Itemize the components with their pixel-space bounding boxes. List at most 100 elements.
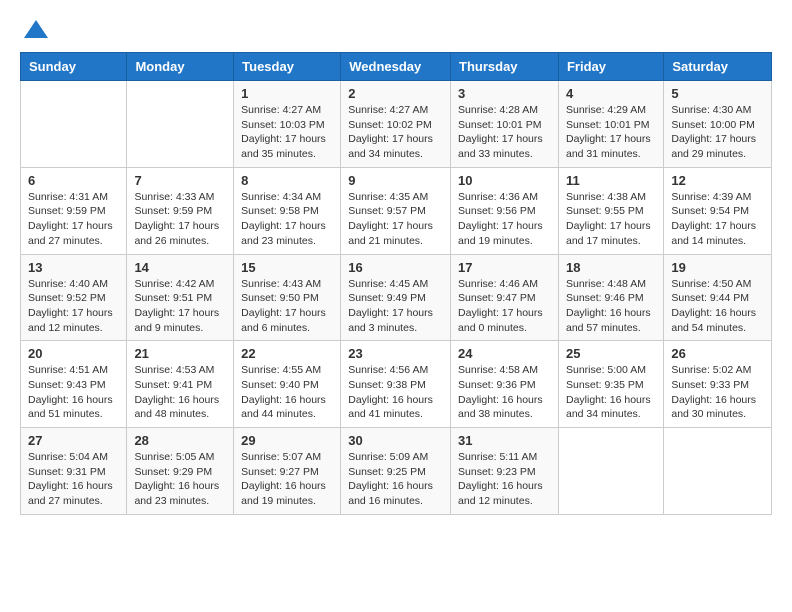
- day-info: Sunrise: 4:28 AMSunset: 10:01 PMDaylight…: [458, 103, 551, 162]
- calendar-cell: 14 Sunrise: 4:42 AMSunset: 9:51 PMDayligh…: [127, 254, 234, 341]
- calendar-week-5: 27 Sunrise: 5:04 AMSunset: 9:31 PMDayligh…: [21, 428, 772, 515]
- day-info: Sunrise: 4:35 AMSunset: 9:57 PMDaylight:…: [348, 190, 443, 249]
- day-info: Sunrise: 4:45 AMSunset: 9:49 PMDaylight:…: [348, 277, 443, 336]
- calendar-cell: 29 Sunrise: 5:07 AMSunset: 9:27 PMDayligh…: [234, 428, 341, 515]
- calendar-cell: 20Sunrise: 4:51 AMSunset: 9:43 PMDayligh…: [21, 341, 127, 428]
- calendar-cell: 7 Sunrise: 4:33 AMSunset: 9:59 PMDaylight…: [127, 167, 234, 254]
- day-number: 1: [241, 86, 333, 101]
- calendar-header-friday: Friday: [558, 53, 663, 81]
- calendar-cell: 27 Sunrise: 5:04 AMSunset: 9:31 PMDayligh…: [21, 428, 127, 515]
- calendar-table: SundayMondayTuesdayWednesdayThursdayFrid…: [20, 52, 772, 515]
- day-number: 15: [241, 260, 333, 275]
- day-info: Sunrise: 4:36 AMSunset: 9:56 PMDaylight:…: [458, 190, 551, 249]
- day-number: 16: [348, 260, 443, 275]
- day-info: Sunrise: 4:27 AMSunset: 10:03 PMDaylight…: [241, 103, 333, 162]
- day-info: Sunrise: 4:53 AMSunset: 9:41 PMDaylight:…: [134, 363, 226, 422]
- day-info: Sunrise: 4:51 AMSunset: 9:43 PMDaylight:…: [28, 363, 119, 422]
- calendar-cell: 26 Sunrise: 5:02 AMSunset: 9:33 PMDayligh…: [664, 341, 772, 428]
- calendar-cell: 28Sunrise: 5:05 AMSunset: 9:29 PMDayligh…: [127, 428, 234, 515]
- day-info: Sunrise: 4:27 AMSunset: 10:02 PMDaylight…: [348, 103, 443, 162]
- day-number: 4: [566, 86, 656, 101]
- day-info: Sunrise: 4:29 AMSunset: 10:01 PMDaylight…: [566, 103, 656, 162]
- calendar-cell: 25 Sunrise: 5:00 AMSunset: 9:35 PMDayligh…: [558, 341, 663, 428]
- day-number: 29: [241, 433, 333, 448]
- calendar-cell: 9 Sunrise: 4:35 AMSunset: 9:57 PMDaylight…: [341, 167, 451, 254]
- calendar-week-4: 20Sunrise: 4:51 AMSunset: 9:43 PMDayligh…: [21, 341, 772, 428]
- calendar-cell: 19 Sunrise: 4:50 AMSunset: 9:44 PMDayligh…: [664, 254, 772, 341]
- calendar-cell: 13 Sunrise: 4:40 AMSunset: 9:52 PMDayligh…: [21, 254, 127, 341]
- day-number: 11: [566, 173, 656, 188]
- calendar-cell: 31 Sunrise: 5:11 AMSunset: 9:23 PMDayligh…: [451, 428, 559, 515]
- calendar-header-thursday: Thursday: [451, 53, 559, 81]
- day-info: Sunrise: 4:42 AMSunset: 9:51 PMDaylight:…: [134, 277, 226, 336]
- day-info: Sunrise: 4:40 AMSunset: 9:52 PMDaylight:…: [28, 277, 119, 336]
- day-info: Sunrise: 5:11 AMSunset: 9:23 PMDaylight:…: [458, 450, 551, 509]
- day-number: 3: [458, 86, 551, 101]
- day-info: Sunrise: 5:00 AMSunset: 9:35 PMDaylight:…: [566, 363, 656, 422]
- page-header: [20, 16, 772, 44]
- day-info: Sunrise: 4:48 AMSunset: 9:46 PMDaylight:…: [566, 277, 656, 336]
- calendar-week-2: 6 Sunrise: 4:31 AMSunset: 9:59 PMDaylight…: [21, 167, 772, 254]
- day-number: 27: [28, 433, 119, 448]
- calendar-cell: 12Sunrise: 4:39 AMSunset: 9:54 PMDayligh…: [664, 167, 772, 254]
- day-number: 14: [134, 260, 226, 275]
- day-info: Sunrise: 4:50 AMSunset: 9:44 PMDaylight:…: [671, 277, 764, 336]
- day-number: 12: [671, 173, 764, 188]
- day-number: 30: [348, 433, 443, 448]
- calendar-header-sunday: Sunday: [21, 53, 127, 81]
- calendar-header-row: SundayMondayTuesdayWednesdayThursdayFrid…: [21, 53, 772, 81]
- calendar-cell: 6 Sunrise: 4:31 AMSunset: 9:59 PMDaylight…: [21, 167, 127, 254]
- day-number: 24: [458, 346, 551, 361]
- day-number: 13: [28, 260, 119, 275]
- day-number: 25: [566, 346, 656, 361]
- calendar-week-1: 1 Sunrise: 4:27 AMSunset: 10:03 PMDayligh…: [21, 81, 772, 168]
- day-info: Sunrise: 5:02 AMSunset: 9:33 PMDaylight:…: [671, 363, 764, 422]
- calendar-cell: 11 Sunrise: 4:38 AMSunset: 9:55 PMDayligh…: [558, 167, 663, 254]
- day-number: 19: [671, 260, 764, 275]
- calendar-cell: 1 Sunrise: 4:27 AMSunset: 10:03 PMDayligh…: [234, 81, 341, 168]
- day-number: 7: [134, 173, 226, 188]
- day-info: Sunrise: 4:30 AMSunset: 10:00 PMDaylight…: [671, 103, 764, 162]
- day-number: 17: [458, 260, 551, 275]
- day-info: Sunrise: 4:55 AMSunset: 9:40 PMDaylight:…: [241, 363, 333, 422]
- day-info: Sunrise: 5:07 AMSunset: 9:27 PMDaylight:…: [241, 450, 333, 509]
- calendar-cell: [558, 428, 663, 515]
- day-info: Sunrise: 4:56 AMSunset: 9:38 PMDaylight:…: [348, 363, 443, 422]
- day-info: Sunrise: 5:09 AMSunset: 9:25 PMDaylight:…: [348, 450, 443, 509]
- day-number: 18: [566, 260, 656, 275]
- day-info: Sunrise: 4:38 AMSunset: 9:55 PMDaylight:…: [566, 190, 656, 249]
- calendar-cell: 5 Sunrise: 4:30 AMSunset: 10:00 PMDayligh…: [664, 81, 772, 168]
- calendar-cell: [127, 81, 234, 168]
- logo: [20, 16, 50, 44]
- day-info: Sunrise: 4:34 AMSunset: 9:58 PMDaylight:…: [241, 190, 333, 249]
- calendar-header-tuesday: Tuesday: [234, 53, 341, 81]
- day-info: Sunrise: 4:33 AMSunset: 9:59 PMDaylight:…: [134, 190, 226, 249]
- day-info: Sunrise: 4:43 AMSunset: 9:50 PMDaylight:…: [241, 277, 333, 336]
- day-number: 23: [348, 346, 443, 361]
- calendar-cell: 15 Sunrise: 4:43 AMSunset: 9:50 PMDayligh…: [234, 254, 341, 341]
- day-number: 9: [348, 173, 443, 188]
- calendar-cell: 24 Sunrise: 4:58 AMSunset: 9:36 PMDayligh…: [451, 341, 559, 428]
- day-number: 22: [241, 346, 333, 361]
- day-info: Sunrise: 5:04 AMSunset: 9:31 PMDaylight:…: [28, 450, 119, 509]
- day-info: Sunrise: 4:58 AMSunset: 9:36 PMDaylight:…: [458, 363, 551, 422]
- calendar-cell: [664, 428, 772, 515]
- calendar-cell: 30 Sunrise: 5:09 AMSunset: 9:25 PMDayligh…: [341, 428, 451, 515]
- day-number: 8: [241, 173, 333, 188]
- calendar-cell: 4 Sunrise: 4:29 AMSunset: 10:01 PMDayligh…: [558, 81, 663, 168]
- calendar-cell: 18 Sunrise: 4:48 AMSunset: 9:46 PMDayligh…: [558, 254, 663, 341]
- day-number: 6: [28, 173, 119, 188]
- day-info: Sunrise: 5:05 AMSunset: 9:29 PMDaylight:…: [134, 450, 226, 509]
- day-info: Sunrise: 4:31 AMSunset: 9:59 PMDaylight:…: [28, 190, 119, 249]
- calendar-header-monday: Monday: [127, 53, 234, 81]
- day-number: 10: [458, 173, 551, 188]
- day-number: 5: [671, 86, 764, 101]
- calendar-cell: 17Sunrise: 4:46 AMSunset: 9:47 PMDayligh…: [451, 254, 559, 341]
- calendar-cell: 16 Sunrise: 4:45 AMSunset: 9:49 PMDayligh…: [341, 254, 451, 341]
- calendar-header-saturday: Saturday: [664, 53, 772, 81]
- day-number: 26: [671, 346, 764, 361]
- calendar-cell: 8 Sunrise: 4:34 AMSunset: 9:58 PMDaylight…: [234, 167, 341, 254]
- day-number: 31: [458, 433, 551, 448]
- calendar-cell: 21Sunrise: 4:53 AMSunset: 9:41 PMDayligh…: [127, 341, 234, 428]
- calendar-cell: 2Sunrise: 4:27 AMSunset: 10:02 PMDayligh…: [341, 81, 451, 168]
